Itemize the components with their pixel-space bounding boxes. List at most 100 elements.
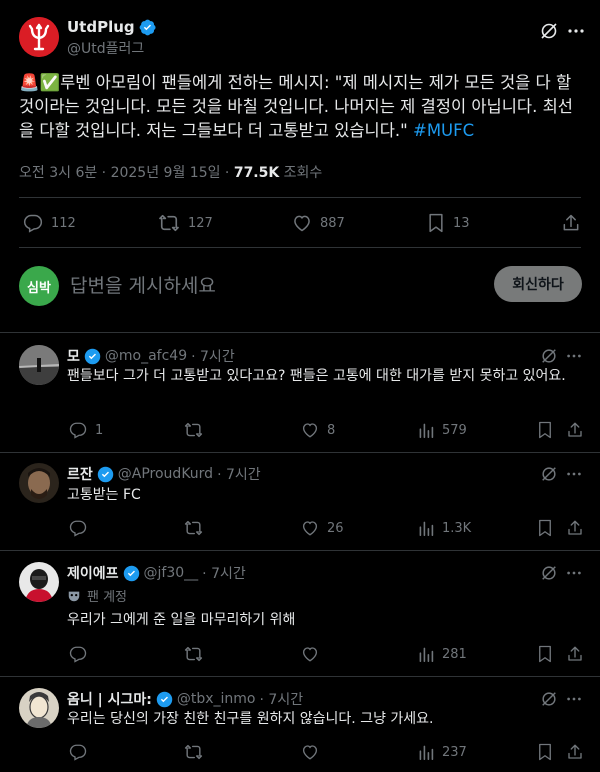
repost-icon	[184, 744, 203, 760]
reply-button[interactable]: 112	[23, 213, 76, 233]
reply-like-button[interactable]	[301, 743, 327, 761]
avatar-photo-icon	[19, 463, 59, 503]
like-button[interactable]: 887	[292, 213, 345, 233]
share-button[interactable]	[561, 213, 581, 233]
reply-repost-button[interactable]	[184, 421, 211, 439]
view-count: 77.5K	[233, 165, 280, 181]
bookmark-icon	[539, 519, 551, 537]
reply-more-button[interactable]	[565, 690, 583, 708]
reply-input[interactable]: 답변을 게시하세요	[70, 271, 470, 299]
reply-bookmark-button[interactable]	[537, 421, 553, 439]
bookmark-icon	[539, 645, 551, 663]
author-avatar[interactable]	[19, 17, 59, 57]
author-name[interactable]: UtdPlug	[67, 18, 135, 36]
reply-like-count: 8	[327, 422, 336, 438]
share-icon	[568, 646, 582, 661]
grok-icon	[542, 349, 556, 363]
reply-bookmark-button[interactable]	[537, 519, 553, 537]
reply-grok-button[interactable]	[540, 564, 558, 582]
reply-more-button[interactable]	[565, 564, 583, 582]
reply-author-name[interactable]: 제이에프	[67, 563, 119, 583]
reply-repost-button[interactable]	[184, 743, 211, 761]
fan-account-badge: 팬 계정	[87, 590, 128, 605]
reply-author-name[interactable]: 모	[67, 346, 80, 366]
reply-author-handle[interactable]: @AProudKurd	[118, 466, 213, 482]
reply-author-handle[interactable]: @jf30__	[144, 565, 199, 581]
reply-avatar[interactable]	[19, 562, 59, 602]
repost-count: 127	[188, 215, 213, 231]
like-icon	[302, 423, 318, 438]
views-icon	[419, 745, 434, 760]
reply-input-placeholder: 답변을 게시하세요	[70, 275, 216, 297]
reply-time[interactable]: · 7시간	[191, 346, 235, 366]
grok-icon	[541, 23, 557, 39]
reply-repost-button[interactable]	[184, 519, 211, 537]
reply-icon	[69, 422, 87, 439]
bookmark-button[interactable]: 13	[427, 213, 470, 233]
reply-view-count: 579	[442, 422, 467, 438]
reply-avatar[interactable]	[19, 345, 59, 385]
reply-header: 옴니 | 시그마: @tbx_inmo · 7시간	[67, 689, 303, 709]
reply-more-button[interactable]	[565, 465, 583, 483]
verified-badge-icon	[84, 348, 101, 364]
avatar-photo-icon	[19, 562, 59, 602]
reply-avatar[interactable]	[19, 463, 59, 503]
reply-grok-button[interactable]	[540, 690, 558, 708]
reply-bookmark-button[interactable]	[537, 645, 553, 663]
reply-views-button[interactable]: 237	[418, 743, 467, 761]
reply-grok-button[interactable]	[540, 465, 558, 483]
reply-text: 팬들보다 그가 더 고통받고 있다고요? 팬들은 고통에 대한 대가를 받지 못…	[67, 368, 566, 384]
reply-bookmark-button[interactable]	[537, 743, 553, 761]
grok-button[interactable]	[539, 21, 559, 41]
author-handle[interactable]: @Utd플러그	[67, 38, 156, 58]
reply-share-button[interactable]	[566, 519, 584, 537]
share-icon	[568, 744, 582, 759]
reply-share-button[interactable]	[566, 421, 584, 439]
views-icon	[419, 647, 434, 662]
reply-views-button[interactable]: 281	[418, 645, 467, 663]
reply-reply-button[interactable]	[69, 519, 95, 537]
reply-reply-button[interactable]	[69, 743, 95, 761]
reply-views-button[interactable]: 579	[418, 421, 467, 439]
like-icon	[302, 745, 318, 760]
verified-badge-icon	[123, 565, 139, 581]
verified-badge-icon	[156, 691, 173, 707]
reply-like-button[interactable]: 8	[301, 421, 335, 439]
grok-icon	[542, 467, 556, 481]
reply-time[interactable]: · 7시간	[202, 563, 246, 583]
reply-reply-button[interactable]: 1	[69, 421, 103, 439]
more-icon	[568, 29, 584, 33]
reply-share-button[interactable]	[566, 743, 584, 761]
verified-badge-icon	[97, 466, 113, 482]
reply-author-name[interactable]: 옴니 | 시그마:	[67, 689, 152, 709]
reply-time[interactable]: · 7시간	[260, 689, 304, 709]
repost-icon	[159, 214, 179, 232]
reply-like-button[interactable]	[301, 645, 327, 663]
reply-share-button[interactable]	[566, 645, 584, 663]
post-emoji: 🚨✅	[19, 73, 61, 92]
more-icon	[567, 354, 581, 358]
views-icon	[419, 521, 434, 536]
reply-author-handle[interactable]: @tbx_inmo	[177, 691, 256, 707]
reply-grok-button[interactable]	[540, 347, 558, 365]
reply-views-button[interactable]: 1.3K	[418, 519, 471, 537]
reply-submit-button[interactable]: 회신하다	[494, 266, 582, 302]
reply-view-count: 237	[442, 744, 467, 760]
reply-header: 제이에프 @jf30__ · 7시간	[67, 563, 246, 583]
verified-badge-icon	[139, 19, 156, 35]
share-icon	[568, 520, 582, 535]
divider	[19, 197, 581, 198]
reply-time[interactable]: · 7시간	[217, 464, 261, 484]
view-count-label: 조회수	[279, 165, 323, 181]
reply-repost-button[interactable]	[184, 645, 211, 663]
reply-more-button[interactable]	[565, 347, 583, 365]
reply-author-handle[interactable]: @mo_afc49	[105, 348, 187, 364]
reply-avatar[interactable]	[19, 688, 59, 728]
repost-button[interactable]: 127	[158, 213, 213, 233]
hashtag-link[interactable]: #MUFC	[413, 121, 474, 140]
reply-reply-button[interactable]	[69, 645, 95, 663]
more-button[interactable]	[566, 21, 586, 41]
reply-author-name[interactable]: 르잔	[67, 464, 93, 484]
reply-like-button[interactable]: 26	[301, 519, 344, 537]
post-timestamp[interactable]: 오전 3시 6분 · 2025년 9월 15일 ·	[19, 165, 234, 181]
